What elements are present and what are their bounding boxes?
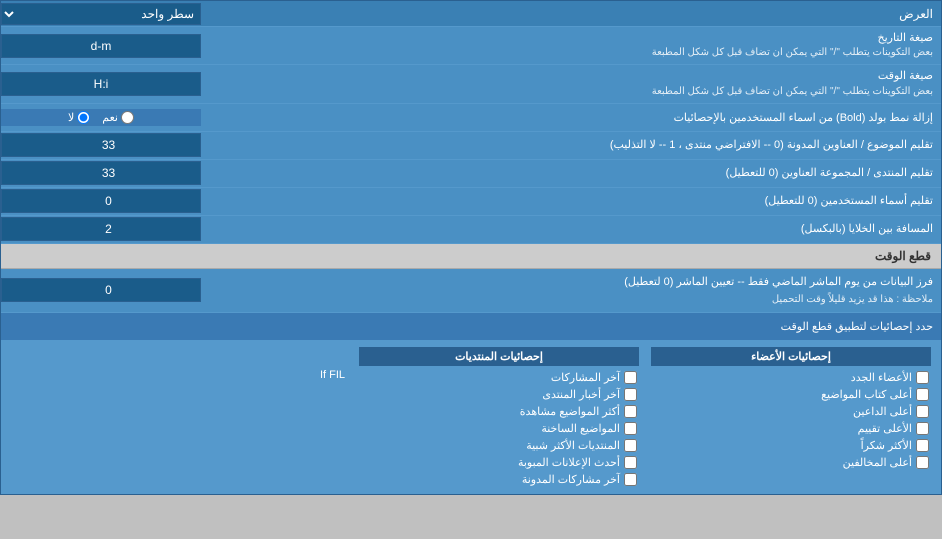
date-format-label: صيغة التاريخ بعض التكوينات يتطلب "/" الت…	[201, 27, 941, 64]
member-cb-1[interactable]	[916, 388, 929, 401]
cell-spacing-row: المسافة بين الخلايا (بالبكسل)	[1, 216, 941, 244]
post-cb-5[interactable]	[624, 456, 637, 469]
limit-label: حدد إحصائيات لتطبيق قطع الوقت	[1, 316, 941, 337]
post-item-3: المواضيع الساخنة	[359, 420, 639, 437]
bold-no-label[interactable]: لا	[68, 111, 90, 124]
member-cb-0[interactable]	[916, 371, 929, 384]
realtime-section-header: قطع الوقت	[1, 244, 941, 269]
bold-no-radio[interactable]	[77, 111, 90, 124]
posts-col-header: إحصائيات المنتديات	[359, 347, 639, 366]
bold-remove-label: إزالة نمط بولد (Bold) من اسماء المستخدمي…	[201, 107, 941, 128]
member-item-5: أعلى المخالفين	[651, 454, 931, 471]
member-cb-2[interactable]	[916, 405, 929, 418]
header-row: العرض سطر واحد سطران ثلاثة أسطر	[1, 1, 941, 27]
post-cb-3[interactable]	[624, 422, 637, 435]
post-item-4: المنتديات الأكثر شبية	[359, 437, 639, 454]
right-col: If FIL	[5, 345, 353, 490]
forum-group-row: تقليم المنتدى / المجموعة العناوين (0 للت…	[1, 160, 941, 188]
main-container: العرض سطر واحد سطران ثلاثة أسطر صيغة الت…	[0, 0, 942, 495]
bottom-section: إحصائيات الأعضاء الأعضاء الجدد أعلى كتاب…	[1, 341, 941, 494]
members-col-header: إحصائيات الأعضاء	[651, 347, 931, 366]
post-item-2: أكثر المواضيع مشاهدة	[359, 403, 639, 420]
bold-remove-options: نعم لا	[1, 109, 201, 126]
post-item-6: آخر مشاركات المدونة	[359, 471, 639, 488]
username-trim-row: تقليم أسماء المستخدمين (0 للتعطيل)	[1, 188, 941, 216]
realtime-filter-label: فرز البيانات من يوم الماشر الماضي فقط --…	[201, 270, 941, 312]
time-format-input-wrapper[interactable]	[1, 72, 201, 96]
date-format-input[interactable]	[6, 37, 196, 55]
cell-spacing-input-wrapper[interactable]	[1, 217, 201, 241]
time-format-row: صيغة الوقت بعض التكوينات يتطلب "/" التي …	[1, 65, 941, 103]
header-label: العرض	[201, 3, 941, 25]
time-format-input[interactable]	[6, 75, 196, 93]
post-cb-4[interactable]	[624, 439, 637, 452]
member-cb-5[interactable]	[916, 456, 929, 469]
cell-spacing-label: المسافة بين الخلايا (بالبكسل)	[201, 218, 941, 241]
post-cb-2[interactable]	[624, 405, 637, 418]
posts-col: إحصائيات المنتديات آخر المشاركات آخر أخب…	[353, 345, 645, 490]
username-trim-input[interactable]	[6, 192, 196, 210]
member-item-1: أعلى كتاب المواضيع	[651, 386, 931, 403]
member-cb-4[interactable]	[916, 439, 929, 452]
member-item-2: أعلى الداعين	[651, 403, 931, 420]
member-cb-3[interactable]	[916, 422, 929, 435]
post-item-1: آخر أخبار المنتدى	[359, 386, 639, 403]
topic-title-label: تقليم الموضوع / العناوين المدونة (0 -- ا…	[201, 134, 941, 157]
bold-remove-row: إزالة نمط بولد (Bold) من اسماء المستخدمي…	[1, 104, 941, 132]
limit-row: حدد إحصائيات لتطبيق قطع الوقت	[1, 313, 941, 341]
topic-title-input[interactable]	[6, 136, 196, 154]
checkbox-grid: إحصائيات الأعضاء الأعضاء الجدد أعلى كتاب…	[5, 345, 937, 490]
post-cb-1[interactable]	[624, 388, 637, 401]
time-format-label: صيغة الوقت بعض التكوينات يتطلب "/" التي …	[201, 65, 941, 102]
realtime-filter-input-wrapper[interactable]	[1, 278, 201, 302]
member-item-0: الأعضاء الجدد	[651, 369, 931, 386]
cell-spacing-input[interactable]	[6, 220, 196, 238]
username-trim-input-wrapper[interactable]	[1, 189, 201, 213]
forum-group-label: تقليم المنتدى / المجموعة العناوين (0 للت…	[201, 162, 941, 185]
member-item-3: الأعلى تقييم	[651, 420, 931, 437]
date-format-input-wrapper[interactable]	[1, 34, 201, 58]
realtime-filter-row: فرز البيانات من يوم الماشر الماضي فقط --…	[1, 269, 941, 313]
members-col: إحصائيات الأعضاء الأعضاء الجدد أعلى كتاب…	[645, 345, 937, 490]
topic-title-input-wrapper[interactable]	[1, 133, 201, 157]
topic-title-row: تقليم الموضوع / العناوين المدونة (0 -- ا…	[1, 132, 941, 160]
forum-group-input-wrapper[interactable]	[1, 161, 201, 185]
display-select[interactable]: سطر واحد سطران ثلاثة أسطر	[1, 3, 201, 25]
post-cb-6[interactable]	[624, 473, 637, 486]
realtime-filter-input[interactable]	[6, 281, 196, 299]
post-item-0: آخر المشاركات	[359, 369, 639, 386]
if-fil-label: If FIL	[11, 367, 347, 383]
bold-yes-radio[interactable]	[121, 111, 134, 124]
username-trim-label: تقليم أسماء المستخدمين (0 للتعطيل)	[201, 190, 941, 213]
date-format-row: صيغة التاريخ بعض التكوينات يتطلب "/" الت…	[1, 27, 941, 65]
post-cb-0[interactable]	[624, 371, 637, 384]
member-item-4: الأكثر شكراً	[651, 437, 931, 454]
forum-group-input[interactable]	[6, 164, 196, 182]
post-item-5: أحدث الإعلانات المبوبة	[359, 454, 639, 471]
bold-yes-label[interactable]: نعم	[102, 111, 134, 124]
header-select-wrapper[interactable]: سطر واحد سطران ثلاثة أسطر	[1, 3, 201, 25]
